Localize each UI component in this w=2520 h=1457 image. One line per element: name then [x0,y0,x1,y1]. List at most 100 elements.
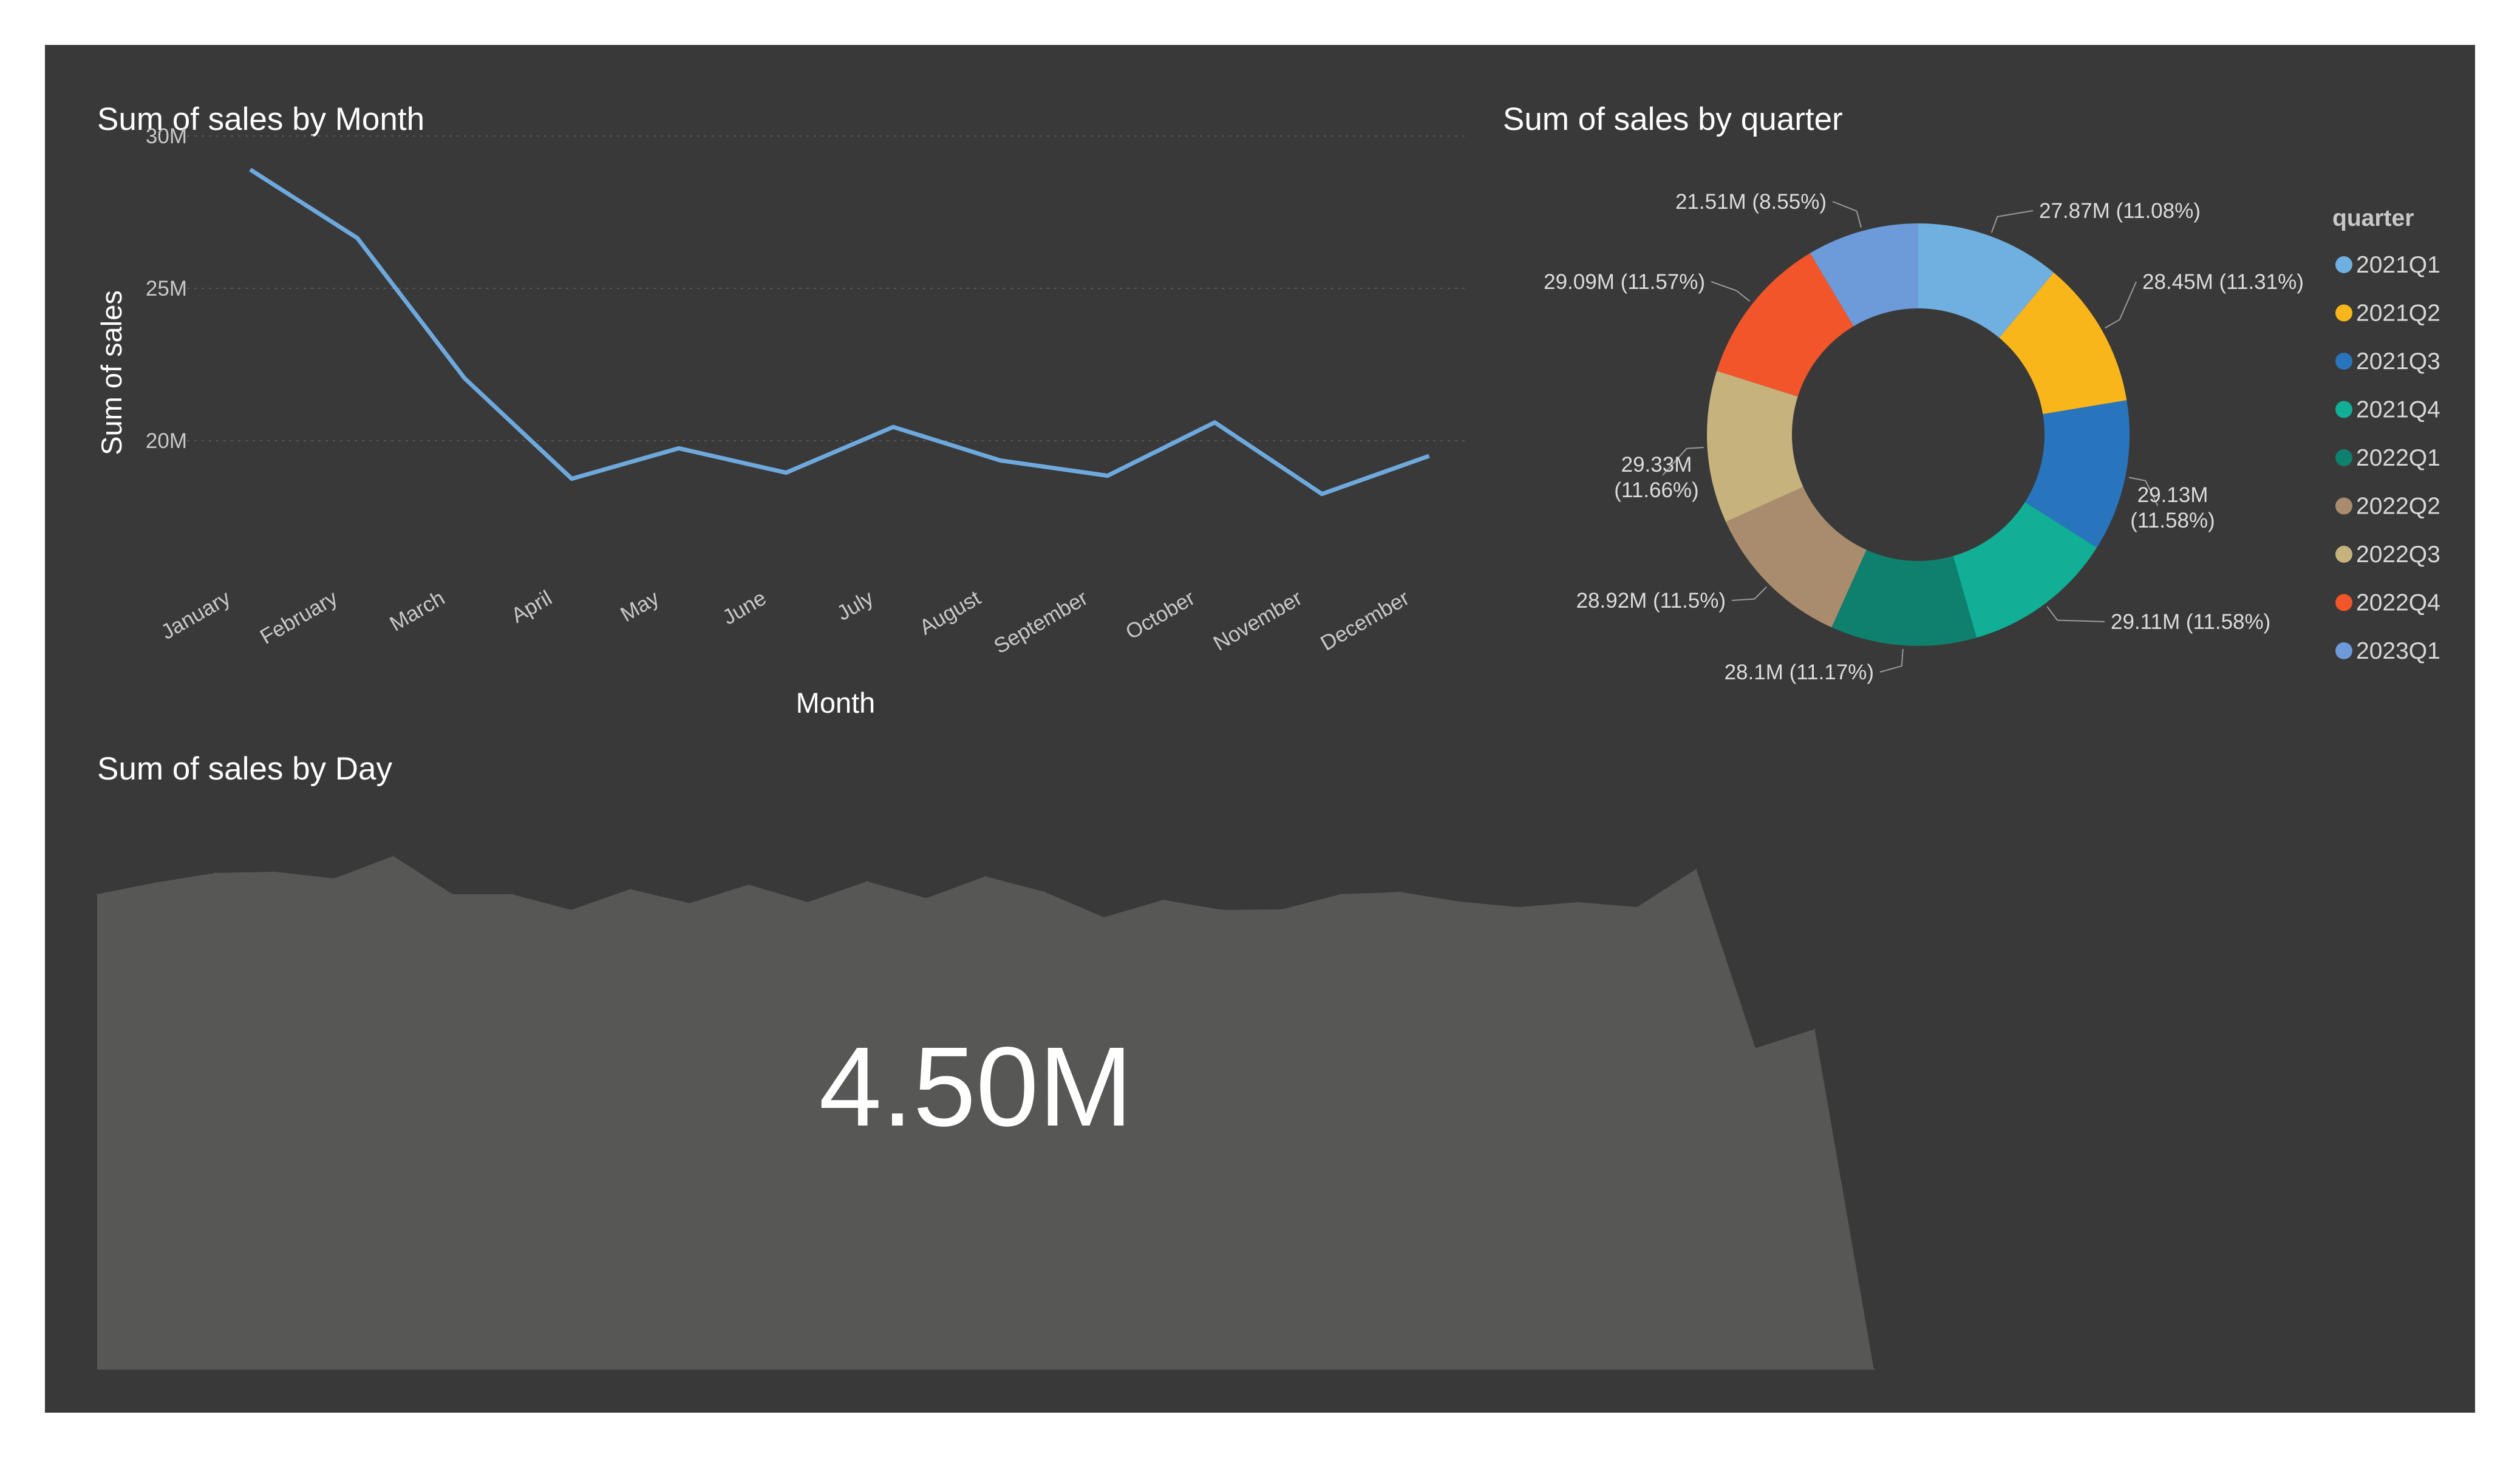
area-point [1754,1047,1756,1049]
legend-swatch [2335,401,2352,418]
legend-swatch [2335,594,2352,611]
area-point [215,872,217,874]
donut-data-label: 29.11M (11.58%) [2111,610,2270,634]
x-tick-label: July [833,586,878,625]
area-point [1636,906,1638,908]
line-series [249,168,1430,497]
donut-slices [1662,201,2159,673]
y-tick-label: 30M [146,124,187,148]
area-point [1340,894,1342,895]
area-point [629,888,631,890]
area-point [866,880,868,882]
legend-swatch [2335,304,2352,322]
area-point [1162,899,1164,901]
area-point [274,871,276,873]
area-point [570,909,572,911]
area-point [925,897,927,899]
legend-swatch [2335,449,2352,466]
area-chart: Sum of sales by Day 4.50M [97,751,1875,1370]
donut-data-label: 28.45M (11.31%) [2142,270,2304,294]
line-chart: Sum of sales by Month 20M25M30M January F… [95,101,1466,719]
x-tick-label: April [507,586,556,628]
legend-label: 2022Q4 [2356,590,2440,616]
area-point [333,878,335,880]
area-point [1459,901,1460,903]
area-point [155,881,157,883]
donut-data-label: 29.09M (11.57%) [1544,270,1705,294]
x-tick-label: May [616,586,663,627]
legend-label: 2023Q1 [2356,638,2440,664]
leader-line [1832,201,1862,228]
legend-label: 2022Q2 [2356,494,2440,520]
x-tick-label: September [990,586,1092,659]
leader-line [2046,606,2105,622]
area-point [807,901,809,903]
area-point [985,875,986,877]
x-tick-label: June [718,586,770,630]
donut-data-label: 21.51M (8.55%) [1675,190,1827,214]
legend-label: 2021Q1 [2356,252,2440,278]
line-chart-y-axis-title: Sum of sales [95,290,128,455]
dashboard-svg: Sum of sales by Month 20M25M30M January F… [95,101,2440,1370]
y-tick-label: 25M [146,277,187,301]
legend-label: 2021Q3 [2356,348,2440,375]
kpi-value: 4.50M [819,1024,1133,1150]
leader-line [1731,586,1767,601]
line-chart-x-axis-title: Month [796,687,876,719]
x-tick-label: January [157,586,235,644]
line-chart-grid [187,135,1466,441]
legend-title: quarter [2332,205,2414,231]
legend-label: 2021Q2 [2356,301,2440,327]
x-tick-label: March [386,586,449,636]
legend-label: 2022Q3 [2356,542,2440,568]
y-tick-label: 20M [146,429,187,453]
dashboard-canvas: Sum of sales by Month 20M 25M 30M January F… [45,45,2475,1413]
area-point [452,894,454,895]
donut-data-label: 29.33M [1621,453,1692,477]
line-chart-x-ticks: January February March April May June July Augu… [157,586,1414,659]
legend-swatch [2335,546,2352,563]
area-point [1103,916,1105,918]
legend-label: 2021Q4 [2356,397,2440,423]
area-point [1517,906,1519,908]
legend-swatch [2335,497,2352,515]
area-point [511,894,513,895]
line-chart-y-ticks: 20M 25M 30M [146,124,187,453]
donut-chart-title: Sum of sales by quarter [1503,101,1843,137]
donut-data-label: 29.13M [2137,483,2208,507]
area-chart-title: Sum of sales by Day [97,751,393,787]
area-point [747,884,749,886]
leader-line [1711,281,1751,302]
area-point [1814,1028,1816,1030]
donut-legend: quarter 2021Q12021Q22021Q32021Q42022Q120… [2332,205,2440,664]
legend-swatch [2335,642,2352,659]
legend-swatch [2335,256,2352,273]
legend-swatch [2335,353,2352,370]
x-tick-label: December [1316,586,1414,656]
x-tick-label: August [916,586,985,639]
donut-data-label: (11.66%) [1614,478,1698,502]
donut-data-label: 27.87M (11.08%) [2039,199,2201,223]
area-point [97,894,98,895]
area-point [1222,909,1224,911]
x-tick-label: November [1210,586,1307,656]
area-point [1577,901,1579,903]
leader-line [1879,649,1904,673]
leader-line [1990,210,2034,233]
area-point [1873,1369,1875,1370]
donut-chart: Sum of sales by quarter 27.87M (11.08%) 2… [1503,101,2440,684]
x-tick-label: February [256,586,342,649]
area-point [1281,909,1282,911]
donut-data-label: 28.1M (11.17%) [1725,661,1874,684]
area-point [689,902,690,904]
area-point [392,855,394,857]
leader-line [2104,281,2137,329]
donut-data-label: 28.92M (11.5%) [1576,589,1726,613]
area-point [1399,891,1401,893]
area-point [1044,891,1046,893]
donut-data-label: (11.58%) [2130,509,2215,532]
area-point [1695,868,1697,870]
legend-label: 2022Q1 [2356,445,2440,471]
x-tick-label: October [1122,586,1199,644]
legend-items: 2021Q1 2021Q2 2021Q3 2021Q4 2022Q1 2022Q2 2022… [2335,252,2440,664]
